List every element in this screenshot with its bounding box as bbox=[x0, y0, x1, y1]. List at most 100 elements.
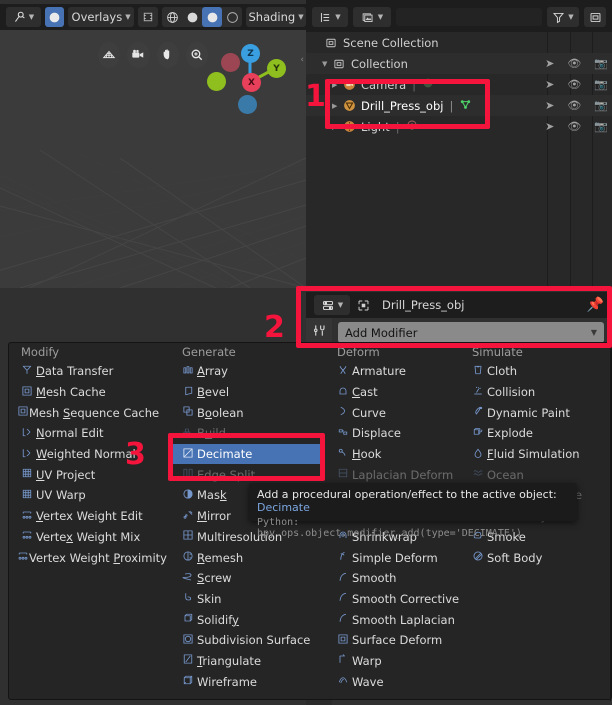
wireframe-icon[interactable] bbox=[162, 7, 182, 27]
menu-item-explode[interactable]: Explode bbox=[462, 423, 610, 444]
solid-icon[interactable] bbox=[182, 7, 202, 27]
camera-render-icon[interactable]: 📷 bbox=[594, 78, 608, 91]
menu-item-label: Edge Split bbox=[197, 467, 256, 482]
gizmo-axis-z[interactable]: Z bbox=[241, 44, 260, 63]
outliner-row-camera[interactable]: ▶ Camera | ➤ 👁 📷 bbox=[306, 74, 612, 95]
eye-visibility-icon[interactable]: 👁 bbox=[567, 78, 581, 91]
object-properties-icon[interactable]: ▼ bbox=[314, 295, 350, 315]
tab-modifier-properties[interactable] bbox=[306, 318, 332, 343]
gizmo-axis-x[interactable]: X bbox=[242, 73, 261, 92]
menu-item-build[interactable]: Build bbox=[172, 423, 320, 444]
add-modifier-button[interactable]: Add Modifier ▼ bbox=[338, 322, 604, 343]
menu-item-vertex-weight-mix[interactable]: Vertex Weight Mix bbox=[11, 527, 159, 548]
menu-item-triangulate[interactable]: Triangulate bbox=[172, 651, 320, 672]
xray-icon[interactable] bbox=[137, 7, 159, 27]
expand-arrow[interactable]: ▶ bbox=[332, 123, 343, 131]
menu-item-decimate[interactable]: Decimate bbox=[172, 443, 320, 465]
menu-item-remesh[interactable]: Remesh bbox=[172, 547, 320, 568]
rendered-icon[interactable] bbox=[222, 7, 242, 27]
search-input[interactable] bbox=[396, 8, 542, 26]
cursor-select-icon[interactable]: ➤ bbox=[545, 120, 554, 133]
menu-item-curve[interactable]: Curve bbox=[327, 402, 475, 423]
eye-visibility-icon[interactable]: 👁 bbox=[567, 120, 581, 133]
camera-view-icon[interactable] bbox=[127, 42, 150, 68]
grid-view-icon[interactable] bbox=[98, 42, 121, 68]
menu-item-collision[interactable]: Collision bbox=[462, 382, 610, 403]
outliner-row-drill-press-obj[interactable]: ▶ Drill_Press_obj | ➤ 👁 📷 bbox=[306, 95, 612, 116]
camera-render-icon[interactable]: 📷 bbox=[594, 57, 608, 70]
eye-visibility-icon[interactable]: 👁 bbox=[567, 99, 581, 112]
camera-render-icon[interactable]: 📷 bbox=[594, 120, 608, 133]
menu-item-simple-deform[interactable]: Simple Deform bbox=[327, 547, 475, 568]
menu-item-solidify[interactable]: Solidify bbox=[172, 609, 320, 630]
overlays-label[interactable]: Overlays bbox=[72, 10, 123, 24]
menu-item-smooth-corrective[interactable]: Smooth Corrective bbox=[327, 589, 475, 610]
editor-type-icon[interactable]: ▼ bbox=[6, 7, 41, 27]
menu-item-smooth-laplacian[interactable]: Smooth Laplacian bbox=[327, 609, 475, 630]
outliner-row-light[interactable]: ▶ Light | ➤ 👁 📷 bbox=[306, 116, 612, 137]
outliner-row-toggles[interactable]: ➤ 👁 📷 bbox=[545, 95, 608, 116]
pin-icon[interactable]: 📌 bbox=[587, 297, 604, 313]
funnel-filter-icon[interactable]: ▼ bbox=[547, 7, 579, 27]
id-type-filter-icon[interactable]: ▼ bbox=[353, 7, 391, 27]
overlays-sphere-icon[interactable] bbox=[44, 7, 65, 27]
camera-data-icon[interactable] bbox=[422, 77, 434, 92]
expand-arrow[interactable]: ▼ bbox=[322, 60, 333, 68]
menu-item-uv-warp[interactable]: UV Warp bbox=[11, 485, 159, 506]
menu-item-vertex-weight-proximity[interactable]: Vertex Weight Proximity bbox=[11, 547, 167, 568]
expand-arrow[interactable]: ▶ bbox=[332, 102, 343, 110]
menu-item-wave[interactable]: Wave bbox=[327, 671, 475, 692]
menu-item-mesh-sequence-cache[interactable]: Mesh Sequence Cache bbox=[11, 402, 159, 423]
new-collection-icon[interactable] bbox=[584, 7, 606, 27]
menu-item-surface-deform[interactable]: Surface Deform bbox=[327, 630, 475, 651]
cursor-select-icon[interactable]: ➤ bbox=[545, 99, 554, 112]
outliner-tree[interactable]: Scene Collection ▼ Collection ➤ 👁 📷 ▶ Ca… bbox=[306, 32, 612, 288]
menu-item-bevel[interactable]: Bevel bbox=[172, 382, 320, 403]
shading-mode-group[interactable] bbox=[162, 7, 243, 27]
outliner-row-toggles[interactable]: ➤ 👁 📷 bbox=[545, 116, 608, 137]
light-data-icon[interactable] bbox=[406, 119, 418, 134]
viewport-sidebar-toggle[interactable]: ‹ bbox=[300, 55, 304, 65]
navigation-gizmo[interactable]: Z Y X bbox=[200, 40, 290, 120]
menu-item-array[interactable]: Array bbox=[172, 361, 320, 382]
menu-item-soft-body[interactable]: Soft Body bbox=[462, 547, 610, 568]
menu-item-boolean[interactable]: Boolean bbox=[172, 402, 320, 423]
outliner-row-toggles[interactable]: ➤ 👁 📷 bbox=[545, 53, 608, 74]
gizmo-axis-neg-y[interactable] bbox=[207, 72, 226, 91]
gizmo-axis-neg-x[interactable] bbox=[221, 53, 240, 72]
mesh-data-icon[interactable] bbox=[459, 98, 472, 114]
cursor-select-icon[interactable]: ➤ bbox=[545, 57, 554, 70]
outliner-row-scene-collection[interactable]: Scene Collection bbox=[306, 32, 612, 53]
gizmo-axis-y[interactable]: Y bbox=[267, 59, 286, 78]
menu-item-cloth[interactable]: Cloth bbox=[462, 361, 610, 382]
menu-item-vertex-weight-edit[interactable]: Vertex Weight Edit bbox=[11, 506, 159, 527]
expand-arrow[interactable]: ▶ bbox=[332, 81, 343, 89]
gizmo-axis-neg-z[interactable] bbox=[238, 95, 257, 114]
menu-item-displace[interactable]: Displace bbox=[327, 423, 475, 444]
hand-pan-icon[interactable] bbox=[156, 42, 179, 68]
outliner-display-mode-icon[interactable]: ▼ bbox=[312, 7, 348, 27]
menu-item-mesh-cache[interactable]: Mesh Cache bbox=[11, 382, 159, 403]
menu-item-subdivision-surface[interactable]: Subdivision Surface bbox=[172, 630, 320, 651]
menu-item-skin[interactable]: Skin bbox=[172, 589, 320, 610]
eye-visibility-icon[interactable]: 👁 bbox=[567, 57, 581, 70]
outliner-editor[interactable]: ▼ ▼ ▼ Scene Collection ▼ Collection ➤ 👁 … bbox=[306, 0, 612, 288]
menu-item-fluid-simulation[interactable]: Fluid Simulation bbox=[462, 444, 610, 465]
viewport-nav-gizmos[interactable] bbox=[98, 42, 208, 72]
outliner-row-toggles[interactable]: ➤ 👁 📷 bbox=[545, 74, 608, 95]
outliner-header: ▼ ▼ ▼ bbox=[306, 4, 612, 30]
menu-item-armature[interactable]: Armature bbox=[327, 361, 475, 382]
menu-item-screw[interactable]: Screw bbox=[172, 568, 320, 589]
camera-render-icon[interactable]: 📷 bbox=[594, 99, 608, 112]
menu-item-data-transfer[interactable]: Data Transfer bbox=[11, 361, 159, 382]
menu-item-warp[interactable]: Warp bbox=[327, 651, 475, 672]
menu-item-cast[interactable]: Cast bbox=[327, 382, 475, 403]
material-preview-icon[interactable] bbox=[202, 7, 223, 27]
menu-item-wireframe[interactable]: Wireframe bbox=[172, 671, 320, 692]
outliner-row-collection[interactable]: ▼ Collection ➤ 👁 📷 bbox=[306, 53, 612, 74]
menu-item-hook[interactable]: Hook bbox=[327, 444, 475, 465]
cursor-select-icon[interactable]: ➤ bbox=[545, 78, 554, 91]
shading-label[interactable]: Shading bbox=[249, 10, 296, 24]
menu-item-dynamic-paint[interactable]: Dynamic Paint bbox=[462, 402, 610, 423]
menu-item-smooth[interactable]: Smooth bbox=[327, 568, 475, 589]
